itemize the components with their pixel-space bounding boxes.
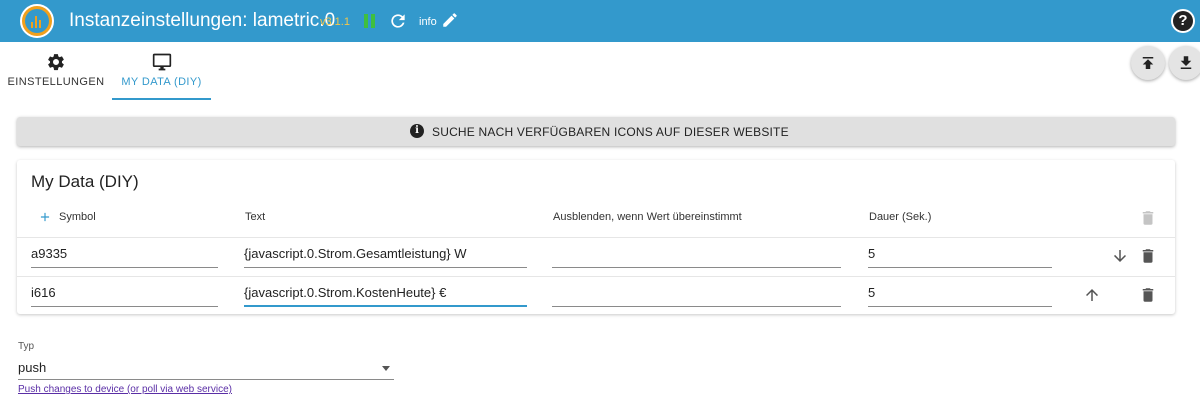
edit-icon[interactable] <box>441 11 459 29</box>
hide-value-input[interactable] <box>552 283 841 307</box>
refresh-icon[interactable] <box>388 11 408 31</box>
delete-icon[interactable] <box>1139 286 1157 304</box>
row-divider <box>17 276 1175 277</box>
arrow-down-icon[interactable] <box>1111 247 1129 265</box>
page-title: Instanzeinstellungen: lametric.0 <box>69 10 336 31</box>
tab-label: MY DATA (DIY) <box>121 76 202 88</box>
symbol-input[interactable]: a9335 <box>31 244 218 268</box>
add-icon[interactable] <box>38 210 52 224</box>
info-label[interactable]: info <box>419 16 437 28</box>
active-tab-indicator <box>112 98 211 100</box>
top-bar: Instanzeinstellungen: lametric.0 v3.1.1 … <box>0 0 1200 42</box>
arrow-up-icon[interactable] <box>1083 286 1101 304</box>
tab-label: EINSTELLUNGEN <box>7 76 105 88</box>
gear-icon <box>48 54 64 71</box>
version-label: v3.1.1 <box>320 16 350 28</box>
column-header-symbol: Symbol <box>59 211 96 223</box>
help-button[interactable]: ? <box>1171 9 1195 33</box>
symbol-input[interactable]: i616 <box>31 283 218 307</box>
text-input[interactable]: {javascript.0.Strom.KostenHeute} € <box>244 283 527 307</box>
pause-icon[interactable] <box>364 14 376 28</box>
upload-button[interactable] <box>1131 46 1165 80</box>
typ-select[interactable]: push <box>18 358 394 380</box>
typ-label: Typ <box>18 341 35 352</box>
duration-input[interactable]: 5 <box>868 244 1052 268</box>
delete-all-icon <box>1142 211 1154 225</box>
tab-my-data[interactable]: MY DATA (DIY) <box>112 50 211 100</box>
card-title: My Data (DIY) <box>31 172 139 191</box>
delete-icon[interactable] <box>1139 247 1157 265</box>
column-header-duration: Dauer (Sek.) <box>869 211 932 223</box>
caret-down-icon <box>382 366 390 371</box>
row-divider <box>17 237 1175 238</box>
hide-value-input[interactable] <box>552 244 841 268</box>
download-button[interactable] <box>1169 46 1200 80</box>
iobroker-logo <box>20 4 54 38</box>
upload-icon <box>1142 57 1154 69</box>
info-icon: i <box>410 124 424 138</box>
push-info-link[interactable]: Push changes to device (or poll via web … <box>18 384 232 395</box>
text-input[interactable]: {javascript.0.Strom.Gesamtleistung} W <box>244 244 527 268</box>
my-data-card: My Data (DIY) Symbol Text Ausblenden, we… <box>17 160 1175 314</box>
column-header-hide: Ausblenden, wenn Wert übereinstimmt <box>553 211 742 223</box>
tab-einstellungen[interactable]: EINSTELLUNGEN <box>0 50 112 100</box>
icon-search-button[interactable]: i SUCHE NACH VERFÜGBAREN ICONS AUF DIESE… <box>17 117 1175 146</box>
monitor-icon <box>152 53 171 71</box>
column-header-text: Text <box>245 211 266 223</box>
duration-input[interactable]: 5 <box>868 283 1052 307</box>
download-icon <box>1180 56 1192 69</box>
typ-select-value: push <box>18 360 47 375</box>
banner-label: SUCHE NACH VERFÜGBAREN ICONS AUF DIESER … <box>432 125 789 139</box>
question-icon: ? <box>1173 11 1193 31</box>
